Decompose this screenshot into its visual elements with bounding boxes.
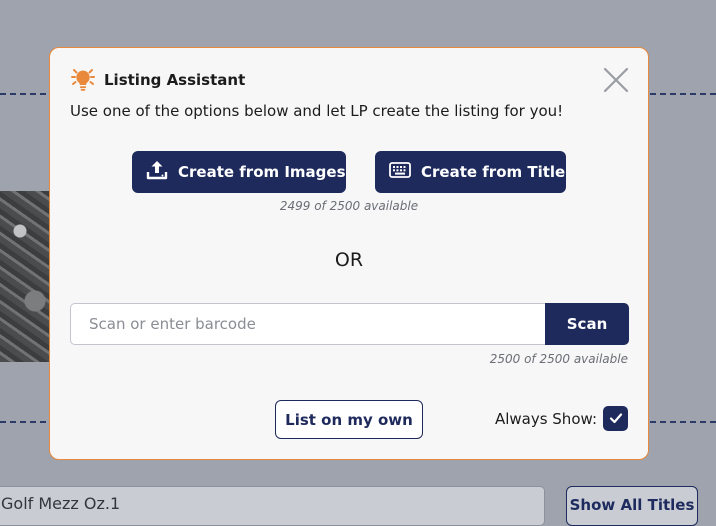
image-credits-available: 2499 of 2500 available bbox=[279, 199, 419, 213]
background-product-photo bbox=[0, 191, 50, 362]
close-icon[interactable] bbox=[602, 66, 630, 94]
modal-header: Listing Assistant bbox=[70, 68, 245, 92]
list-on-my-own-label: List on my own bbox=[285, 410, 413, 429]
scan-button-label: Scan bbox=[566, 315, 608, 333]
lightbulb-icon bbox=[70, 68, 96, 92]
listing-assistant-modal: Listing Assistant Use one of the options… bbox=[49, 47, 649, 460]
create-from-images-label: Create from Images bbox=[178, 163, 346, 181]
always-show-toggle: Always Show: bbox=[495, 406, 628, 431]
barcode-input[interactable] bbox=[70, 303, 545, 345]
background-show-all-titles-button: Show All Titles bbox=[566, 486, 698, 526]
always-show-checkbox[interactable] bbox=[603, 406, 628, 431]
keyboard-icon bbox=[389, 162, 411, 182]
always-show-label: Always Show: bbox=[494, 409, 597, 428]
or-separator: OR bbox=[334, 249, 364, 271]
create-from-title-button[interactable]: Create from Title bbox=[375, 151, 566, 193]
scan-button[interactable]: Scan bbox=[545, 303, 629, 345]
background-title-field: Golf Mezz Oz.1 bbox=[0, 486, 545, 526]
create-from-title-label: Create from Title bbox=[421, 163, 566, 181]
create-from-images-button[interactable]: Create from Images bbox=[132, 151, 346, 193]
barcode-credits-available: 2500 of 2500 available bbox=[489, 352, 628, 366]
list-on-my-own-button[interactable]: List on my own bbox=[275, 400, 423, 439]
modal-title: Listing Assistant bbox=[104, 71, 246, 89]
upload-icon bbox=[146, 159, 168, 185]
barcode-input-group: Scan bbox=[70, 303, 629, 345]
modal-subtitle: Use one of the options below and let LP … bbox=[70, 102, 564, 120]
checkmark-icon bbox=[609, 409, 623, 428]
